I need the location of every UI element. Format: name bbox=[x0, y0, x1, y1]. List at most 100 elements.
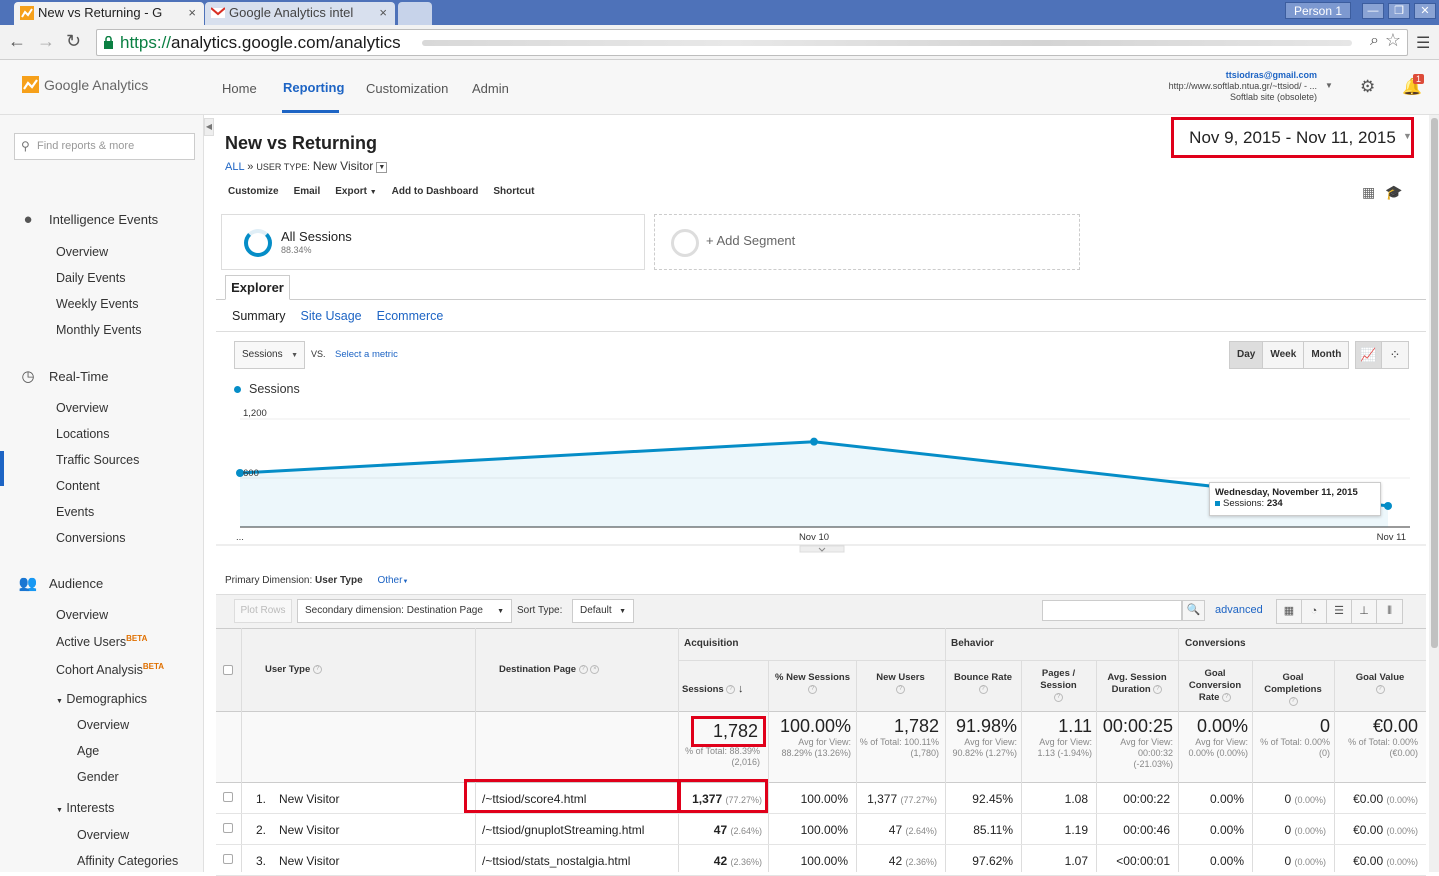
performance-view-icon[interactable]: ☰ bbox=[1327, 600, 1352, 623]
sidebar-item[interactable]: Overview bbox=[77, 828, 129, 842]
nav-customization[interactable]: Customization bbox=[366, 81, 448, 96]
sidebar-item[interactable]: Monthly Events bbox=[56, 323, 141, 337]
row-destination-page[interactable]: /~ttsiod/stats_nostalgia.html bbox=[482, 854, 630, 868]
sidebar-item[interactable]: Overview bbox=[56, 401, 108, 415]
other-dimension-link[interactable]: Other▼ bbox=[377, 575, 408, 586]
breadcrumb-dropdown-icon[interactable]: ▼ bbox=[376, 161, 388, 173]
nav-home[interactable]: Home bbox=[222, 81, 257, 96]
window-close-icon[interactable]: ✕ bbox=[1414, 3, 1436, 19]
help-icon[interactable]: ? bbox=[896, 684, 905, 694]
sidebar-item[interactable]: Age bbox=[77, 744, 99, 758]
add-to-dashboard-button[interactable]: Add to Dashboard bbox=[392, 186, 479, 197]
zoom-icon[interactable]: ⌕ bbox=[1370, 32, 1379, 50]
table-row[interactable]: 3. New Visitor /~ttsiod/stats_nostalgia.ht… bbox=[216, 845, 1426, 876]
column-header-new-users[interactable]: New Users? bbox=[858, 672, 943, 696]
sidebar-item[interactable]: Conversions bbox=[56, 531, 125, 545]
subtab-site-usage[interactable]: Site Usage bbox=[300, 309, 361, 323]
shortcut-button[interactable]: Shortcut bbox=[493, 186, 534, 197]
sidebar-item[interactable]: Gender bbox=[77, 770, 119, 784]
day-button[interactable]: Day bbox=[1230, 342, 1264, 368]
ga-logo[interactable]: Google Analytics bbox=[22, 76, 148, 93]
secondary-dimension-select[interactable]: Secondary dimension: Destination Page ▼ bbox=[297, 599, 512, 623]
address-bar[interactable]: https://analytics.google.com/analytics ⌕… bbox=[96, 29, 1408, 56]
help-icon[interactable]: ? bbox=[726, 684, 736, 694]
row-user-type[interactable]: New Visitor bbox=[279, 792, 339, 806]
account-selector[interactable]: ttsiodras@gmail.com http://www.softlab.n… bbox=[1100, 70, 1317, 103]
help-icon[interactable]: ? bbox=[1375, 684, 1385, 694]
metric-select[interactable]: Sessions ▼ bbox=[234, 341, 305, 369]
row-destination-page[interactable]: /~ttsiod/gnuplotStreaming.html bbox=[482, 823, 644, 837]
tab-close-icon[interactable]: × bbox=[188, 2, 196, 23]
advanced-filter-link[interactable]: advanced bbox=[1215, 604, 1263, 616]
gear-icon[interactable]: ⚙ bbox=[1360, 77, 1375, 97]
remove-dimension-icon[interactable]: × bbox=[590, 664, 600, 674]
scrollbar-thumb[interactable] bbox=[1431, 118, 1438, 648]
sidebar-item[interactable]: Overview bbox=[56, 245, 108, 259]
browser-menu-icon[interactable]: ☰ bbox=[1416, 33, 1430, 53]
motion-chart-icon[interactable]: ⁘ bbox=[1382, 342, 1408, 368]
row-checkbox[interactable] bbox=[223, 792, 233, 802]
forward-arrow-icon[interactable]: → bbox=[37, 31, 55, 52]
sidebar-item[interactable]: Events bbox=[56, 505, 94, 519]
table-row[interactable]: 1. New Visitor/~ttsiod/score4.html 1,377 (… bbox=[216, 783, 1426, 814]
line-chart-icon[interactable]: 📈 bbox=[1356, 342, 1382, 368]
tab-close-icon[interactable]: × bbox=[379, 2, 387, 23]
column-header-pages-session[interactable]: Pages / Session? bbox=[1023, 668, 1094, 704]
sampling-grid-icon[interactable]: ▦ bbox=[1362, 184, 1375, 201]
column-header-goal-conv-rate[interactable]: Goal Conversion Rate ? bbox=[1180, 668, 1250, 704]
email-button[interactable]: Email bbox=[294, 186, 321, 197]
comparison-view-icon[interactable]: ⊥ bbox=[1352, 600, 1377, 623]
browser-tab[interactable]: Google Analytics intel × bbox=[205, 2, 395, 25]
date-caret-icon[interactable]: ▼ bbox=[1403, 131, 1412, 141]
chart-point[interactable] bbox=[810, 437, 818, 446]
graduation-cap-icon[interactable]: 🎓 bbox=[1385, 184, 1402, 201]
sidebar-section-intelligence[interactable]: ● Intelligence Events bbox=[18, 211, 158, 228]
sidebar-group-demographics[interactable]: ▼ Demographics bbox=[56, 692, 147, 706]
row-checkbox[interactable] bbox=[223, 854, 233, 864]
sidebar-item[interactable]: Active UsersBETA bbox=[56, 634, 147, 649]
nav-reporting[interactable]: Reporting bbox=[283, 80, 344, 95]
help-icon[interactable]: ? bbox=[578, 664, 588, 674]
help-icon[interactable]: ? bbox=[1288, 696, 1298, 706]
nav-admin[interactable]: Admin bbox=[472, 81, 509, 96]
row-user-type[interactable]: New Visitor bbox=[279, 854, 339, 868]
pivot-view-icon[interactable]: ⦀ bbox=[1377, 600, 1402, 623]
breadcrumb-all[interactable]: ALL bbox=[225, 161, 244, 173]
help-icon[interactable]: ? bbox=[1153, 684, 1163, 694]
back-arrow-icon[interactable]: ← bbox=[8, 31, 26, 52]
column-header-new-sessions[interactable]: % New Sessions? bbox=[771, 672, 854, 696]
subtab-ecommerce[interactable]: Ecommerce bbox=[377, 309, 444, 323]
customize-button[interactable]: Customize bbox=[228, 186, 279, 197]
row-user-type[interactable]: New Visitor bbox=[279, 823, 339, 837]
sidebar-collapse-icon[interactable]: ◀ bbox=[204, 118, 214, 136]
sidebar-item[interactable]: Locations bbox=[56, 427, 110, 441]
week-button[interactable]: Week bbox=[1263, 342, 1305, 368]
minimize-icon[interactable]: — bbox=[1362, 3, 1384, 19]
column-header-user-type[interactable]: User Type ? bbox=[265, 664, 322, 676]
sidebar-item[interactable]: Daily Events bbox=[56, 271, 125, 285]
plot-rows-button[interactable]: Plot Rows bbox=[234, 599, 292, 623]
column-header-bounce-rate[interactable]: Bounce Rate? bbox=[947, 672, 1019, 696]
column-header-avg-duration[interactable]: Avg. Session Duration ? bbox=[1098, 672, 1176, 696]
table-search-input[interactable] bbox=[1042, 600, 1182, 621]
profile-button[interactable]: Person 1 bbox=[1285, 2, 1352, 19]
pie-view-icon[interactable]: ◔ bbox=[1302, 600, 1327, 623]
column-header-goal-value[interactable]: Goal Value? bbox=[1336, 672, 1424, 696]
subtab-summary[interactable]: Summary bbox=[232, 309, 285, 323]
column-header-destination-page[interactable]: Destination Page ? × bbox=[499, 664, 600, 676]
browser-tab-active[interactable]: New vs Returning - G × bbox=[14, 2, 204, 25]
select-metric-link[interactable]: Select a metric bbox=[335, 349, 398, 360]
bookmark-star-icon[interactable]: ☆ bbox=[1385, 30, 1401, 51]
select-all-checkbox[interactable] bbox=[223, 665, 233, 675]
sidebar-group-interests[interactable]: ▼ Interests bbox=[56, 801, 114, 815]
export-button[interactable]: Export ▼ bbox=[335, 186, 376, 197]
segment-all-sessions[interactable]: All Sessions 88.34% bbox=[221, 214, 645, 270]
new-tab-button[interactable] bbox=[398, 2, 432, 25]
help-icon[interactable]: ? bbox=[312, 664, 322, 674]
column-header-goal-completions[interactable]: Goal Completions? bbox=[1254, 672, 1332, 708]
search-icon[interactable]: 🔍 bbox=[1182, 600, 1205, 621]
sidebar-item[interactable]: Overview bbox=[56, 608, 108, 622]
date-range-picker[interactable]: Nov 9, 2015 - Nov 11, 2015 bbox=[1171, 117, 1414, 158]
add-segment-button[interactable]: + Add Segment bbox=[654, 214, 1080, 270]
month-button[interactable]: Month bbox=[1304, 342, 1349, 368]
